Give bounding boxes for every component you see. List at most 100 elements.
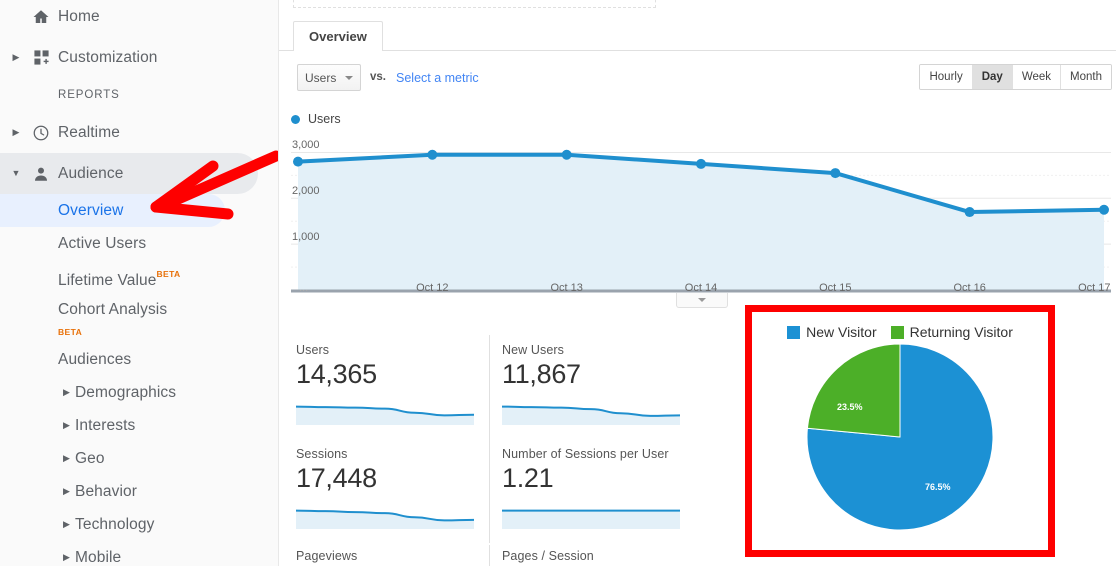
sidebar-item-label: Cohort Analysis BETA	[58, 297, 167, 337]
x-axis-tick-label: Oct 16	[953, 282, 986, 294]
sidebar-item-audiences[interactable]: Audiences	[0, 343, 278, 376]
sidebar-item-realtime[interactable]: ▶ Realtime	[0, 112, 278, 153]
chevron-down-icon[interactable]: ▼	[8, 169, 24, 178]
metric-card-title: New Users	[502, 343, 565, 357]
metric-card-new-users[interactable]: New Users 11,867	[489, 335, 687, 439]
sidebar-item-audience[interactable]: ▼ Audience	[0, 153, 258, 194]
beta-badge: BETA	[58, 327, 83, 338]
primary-metric-dropdown[interactable]: Users	[297, 64, 361, 91]
metric-card-grid: Users 14,365 New Users 11,867 Sessions 1…	[291, 335, 691, 543]
sidebar-item-label: Demographics	[75, 384, 177, 402]
metric-card-value: 1.21	[502, 463, 554, 493]
legend-item-new-visitor[interactable]: New Visitor	[787, 324, 877, 340]
sidebar-item-active-users[interactable]: Active Users	[0, 227, 278, 260]
metric-card-row: Users 14,365 New Users 11,867	[291, 335, 691, 439]
customization-grid-icon	[24, 49, 58, 66]
sidebar-item-label: Customization	[58, 48, 158, 66]
metric-card-title: Users	[296, 343, 330, 357]
vs-label: vs.	[370, 71, 386, 83]
metric-card-title: Sessions	[296, 447, 348, 461]
sidebar-item-mobile[interactable]: ▶ Mobile	[0, 541, 278, 566]
sidebar-item-label: Audience	[58, 164, 124, 182]
chevron-down-icon	[345, 75, 353, 80]
legend-color-swatch	[787, 325, 801, 339]
sidebar-item-technology[interactable]: ▶ Technology	[0, 508, 278, 541]
chart-collapse-toggle[interactable]	[676, 293, 728, 308]
sidebar-item-label: Lifetime ValueBETA	[58, 269, 181, 290]
x-axis-tick-label: Oct 13	[550, 282, 583, 294]
primary-metric-value: Users	[305, 70, 337, 85]
report-tab-bar: Overview	[279, 21, 1116, 51]
metric-card-sessions[interactable]: Sessions 17,448	[291, 439, 489, 543]
legend-series-label: Users	[308, 112, 341, 126]
metric-card-value: 14,365	[296, 359, 377, 389]
metric-card-sparkline	[502, 509, 680, 529]
select-a-metric-link[interactable]: Select a metric	[396, 71, 479, 85]
sidebar-item-geo[interactable]: ▶ Geo	[0, 442, 278, 475]
metric-card-pageviews[interactable]: Pageviews	[291, 545, 489, 566]
sidebar-item-overview[interactable]: Overview	[0, 194, 225, 227]
pie-slice-returning-visitor[interactable]	[806, 343, 901, 438]
chevron-right-icon[interactable]: ▶	[8, 128, 24, 137]
pie-slice-label-new-visitor: 76.5%	[925, 482, 951, 492]
users-over-time-line-chart[interactable]	[291, 133, 1111, 298]
sidebar-item-cohort-analysis[interactable]: Cohort Analysis BETA	[0, 297, 278, 343]
sidebar-item-label: Mobile	[75, 549, 122, 566]
sidebar-item-label: Technology	[75, 516, 155, 534]
sidebar-item-label: Realtime	[58, 123, 120, 141]
sidebar-item-lifetime-value[interactable]: Lifetime ValueBETA	[0, 260, 278, 297]
sidebar-item-home[interactable]: Home	[0, 0, 278, 37]
metric-card-title: Number of Sessions per User	[502, 447, 669, 461]
metric-card-row-partial: Pageviews Pages / Session	[291, 545, 711, 566]
metric-card-users[interactable]: Users 14,365	[291, 335, 489, 439]
x-axis-tick-label: Oct 17	[1078, 282, 1111, 294]
metric-card-sparkline	[296, 405, 474, 425]
sidebar-item-demographics[interactable]: ▶ Demographics	[0, 376, 278, 409]
metric-card-pages-per-session[interactable]: Pages / Session	[489, 545, 687, 566]
line-chart-legend: Users	[291, 112, 341, 126]
sidebar-item-label: Active Users	[58, 235, 147, 252]
pie-chart-canvas: 76.5% 23.5%	[752, 342, 1048, 532]
time-granularity-toggle: Hourly Day Week Month	[919, 64, 1112, 90]
sidebar-item-behavior[interactable]: ▶ Behavior	[0, 475, 278, 508]
metric-card-value: 17,448	[296, 463, 377, 493]
metric-card-title: Pages / Session	[502, 549, 594, 563]
pie-chart-legend: New Visitor Returning Visitor	[752, 324, 1048, 340]
period-button-hourly[interactable]: Hourly	[920, 65, 973, 89]
analytics-audience-overview-page: Home ▶ Customization REPORTS ▶ Realtime	[0, 0, 1116, 566]
sidebar-item-label: Home	[58, 7, 100, 25]
legend-label: Returning Visitor	[909, 324, 1013, 340]
sidebar-item-interests[interactable]: ▶ Interests	[0, 409, 278, 442]
tab-overview[interactable]: Overview	[293, 21, 383, 51]
clock-icon	[24, 124, 58, 142]
dashboard-dropzone-placeholder	[293, 0, 656, 8]
legend-color-swatch	[890, 325, 904, 339]
metric-card-title: Pageviews	[296, 549, 358, 563]
person-icon	[24, 165, 58, 183]
y-axis-tick-label: 1,000	[292, 231, 320, 244]
left-sidebar-navigation: Home ▶ Customization REPORTS ▶ Realtime	[0, 0, 279, 566]
metric-card-value: 11,867	[502, 359, 581, 389]
sidebar-item-label: Behavior	[75, 483, 137, 501]
y-axis-tick-label: 3,000	[292, 139, 320, 152]
pie-slice-label-returning-visitor: 23.5%	[837, 402, 863, 412]
sidebar-item-customization[interactable]: ▶ Customization	[0, 37, 278, 78]
period-button-week[interactable]: Week	[1012, 65, 1062, 89]
metric-card-row: Sessions 17,448 Number of Sessions per U…	[291, 439, 691, 543]
sidebar-item-label: Audiences	[58, 351, 132, 369]
legend-color-dot	[291, 114, 300, 124]
chevron-right-icon[interactable]: ▶	[8, 53, 24, 62]
sidebar-item-label: Overview	[58, 202, 124, 219]
legend-item-returning-visitor[interactable]: Returning Visitor	[890, 324, 1013, 340]
pie-chart-svg[interactable]	[805, 342, 995, 532]
sidebar-item-label: Geo	[75, 450, 105, 468]
period-button-day[interactable]: Day	[972, 65, 1013, 89]
beta-badge: BETA	[156, 269, 181, 279]
new-vs-returning-pie-chart-panel[interactable]: New Visitor Returning Visitor 76.5% 23.5…	[745, 305, 1055, 557]
metric-card-sessions-per-user[interactable]: Number of Sessions per User 1.21	[489, 439, 687, 543]
period-button-month[interactable]: Month	[1061, 65, 1111, 89]
sidebar-item-label: Interests	[75, 417, 136, 435]
home-icon	[24, 8, 58, 26]
sidebar-section-header-reports: REPORTS	[58, 89, 120, 101]
metric-card-sparkline	[296, 509, 474, 529]
